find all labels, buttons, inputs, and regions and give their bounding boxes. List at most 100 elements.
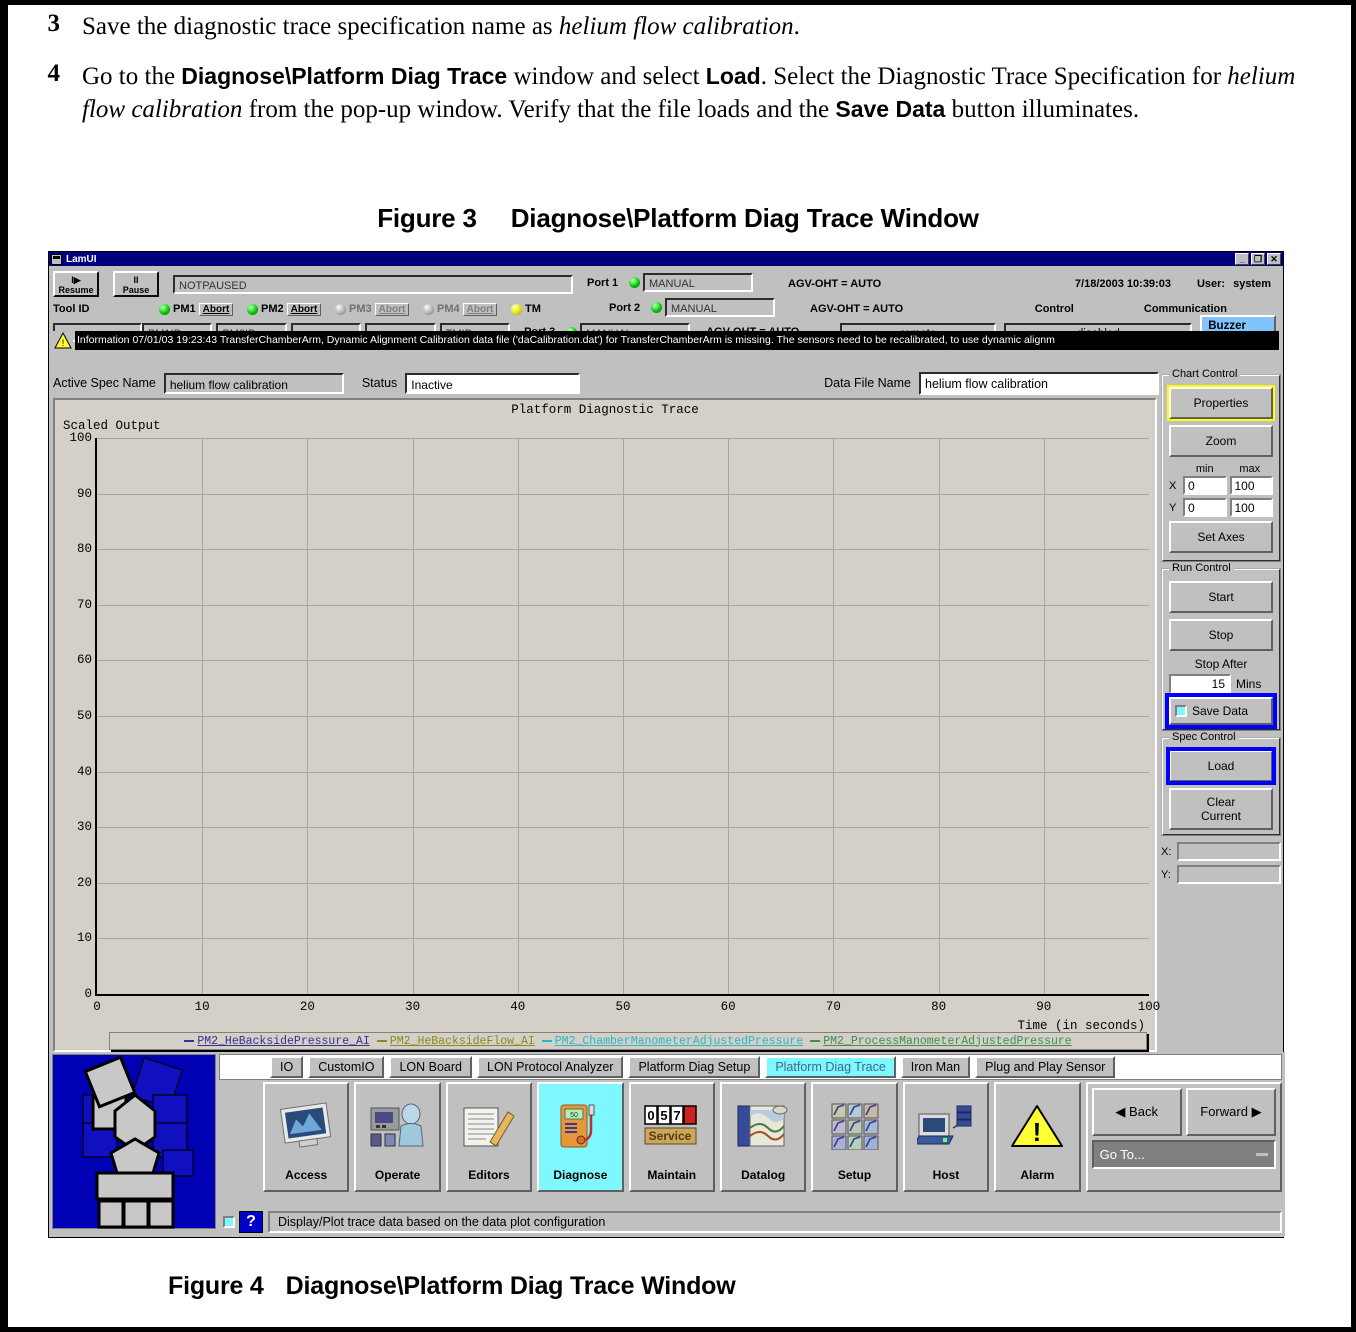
chart-y-tick: 30 — [76, 820, 92, 835]
x-min-input[interactable]: 0 — [1183, 476, 1227, 495]
step-3-italic: helium flow calibration — [558, 13, 794, 40]
data-file-field[interactable]: helium flow calibration — [919, 371, 1159, 395]
legend-dash-icon — [541, 1040, 552, 1042]
load-button[interactable]: Load — [1166, 747, 1276, 785]
clear-current-button[interactable]: Clear Current — [1169, 788, 1273, 830]
chart-title: Platform Diagnostic Trace — [511, 403, 699, 417]
cursor-x-value — [1177, 842, 1281, 861]
step-4-b3: Save Data — [835, 96, 946, 122]
restore-button[interactable]: ❐ — [1251, 253, 1265, 265]
nav-button-editors[interactable]: Editors — [445, 1082, 533, 1192]
goto-label: Go To... — [1099, 1147, 1145, 1162]
help-icon[interactable]: ? — [239, 1211, 263, 1233]
pm1-abort-button[interactable]: Abort — [198, 302, 234, 316]
nav-button-access[interactable]: Access — [263, 1082, 350, 1192]
resume-button[interactable]: I▶ Resume — [53, 271, 99, 297]
chart-gridline-vertical — [517, 438, 519, 994]
chart-gridline-vertical — [412, 438, 414, 994]
close-button[interactable]: ✕ — [1267, 253, 1281, 265]
legend-item: PM2_HeBacksidePressure_AI — [184, 1035, 370, 1048]
tab-plug-and-play-sensor[interactable]: Plug and Play Sensor — [975, 1056, 1116, 1078]
pause-button[interactable]: II Pause — [113, 271, 159, 297]
chart-x-tick: 0 — [93, 1000, 101, 1014]
pm2-abort-button[interactable]: Abort — [286, 302, 322, 316]
platform-schematic-svg — [82, 1055, 194, 1229]
cursor-x-label: X: — [1161, 845, 1172, 858]
forward-button[interactable]: Forward ▶ — [1185, 1088, 1277, 1136]
y-min-input[interactable]: 0 — [1183, 498, 1227, 517]
user-label: User: — [1196, 278, 1226, 290]
active-spec-field[interactable]: helium flow calibration — [163, 372, 344, 394]
tm-led-icon — [511, 303, 522, 315]
run-control-group: Run Control Start Stop Stop After 15 Min… — [1161, 562, 1281, 731]
stop-button[interactable]: Stop — [1169, 619, 1273, 651]
minimize-button[interactable]: _ — [1235, 253, 1249, 265]
legend-label: PM2_HeBacksidePressure_AI — [197, 1034, 370, 1048]
chart-x-tick: 50 — [615, 1000, 631, 1014]
step-3-text-b: . — [793, 13, 800, 40]
tab-iron-man[interactable]: Iron Man — [900, 1056, 971, 1078]
chart-gridline-vertical — [307, 438, 309, 994]
data-file-label: Data File Name — [824, 376, 911, 390]
tab-lon-protocol-analyzer[interactable]: LON Protocol Analyzer — [477, 1056, 624, 1078]
spec-name-row: Active Spec Name helium flow calibration… — [53, 370, 1159, 396]
tab-io[interactable]: IO — [270, 1056, 304, 1078]
datetime-label: 7/18/2003 10:39:03 — [1074, 278, 1171, 290]
chart-legend: PM2_HeBacksidePressure_AI PM2_HeBacksideF… — [109, 1032, 1147, 1050]
pm4-abort-button: Abort — [462, 302, 498, 316]
step-4-body: Go to the Diagnose\Platform Diag Trace w… — [82, 60, 1312, 126]
port-1-agv: AGV-OHT = AUTO — [788, 278, 882, 290]
nav-button-host[interactable]: Host — [902, 1082, 990, 1192]
chart-plot-area[interactable]: 0 10 20 30 40 50 60 70 80 90 100 0 10 20 30 40 50 60 70 80 9… — [69, 431, 1160, 1014]
nav-button-label: Operate — [374, 1168, 421, 1182]
goto-dropdown[interactable]: Go To... — [1091, 1140, 1276, 1169]
nav-button-label: Host — [932, 1168, 960, 1182]
chart-book-icon — [722, 1084, 804, 1168]
back-button[interactable]: ◀ Back — [1091, 1088, 1182, 1136]
nav-button-operate[interactable]: Operate — [354, 1082, 441, 1192]
step-3-body: Save the diagnostic trace specification … — [82, 10, 1312, 43]
chart-y-tick: 70 — [76, 597, 92, 612]
x-max-input[interactable]: 100 — [1229, 476, 1273, 495]
save-data-checkbox[interactable] — [1175, 705, 1187, 717]
legend-dash-icon — [376, 1040, 387, 1042]
chart-x-tick: 70 — [825, 1000, 841, 1014]
zoom-button[interactable]: Zoom — [1169, 425, 1273, 457]
set-axes-button[interactable]: Set Axes — [1169, 521, 1273, 553]
tab-lon-board[interactable]: LON Board — [389, 1056, 472, 1078]
module-pm1: PM1 Abort — [159, 301, 243, 317]
nav-button-maintain[interactable]: 0 5 7 Service Maintain — [628, 1082, 715, 1192]
tab-customio[interactable]: CustomIO — [308, 1056, 385, 1078]
resume-glyph: I▶ — [71, 275, 81, 285]
nav-button-datalog[interactable]: Datalog — [719, 1082, 807, 1192]
port-1-row: Port 1 MANUAL — [587, 273, 772, 292]
legend-dash-icon — [810, 1040, 821, 1042]
app-icon — [51, 253, 62, 265]
tab-platform-diag-trace[interactable]: Platform Diag Trace — [765, 1056, 896, 1078]
save-data-checkbox-row[interactable]: Save Data — [1165, 693, 1277, 729]
step-3-text-a: Save the diagnostic trace specification … — [82, 13, 559, 40]
nav-button-alarm[interactable]: ! Alarm — [994, 1082, 1081, 1192]
pm2-label: PM2 — [261, 303, 284, 315]
start-button[interactable]: Start — [1169, 581, 1273, 613]
pm3-led-icon — [335, 303, 346, 315]
window-titlebar[interactable]: LamUI _ ❐ ✕ — [49, 252, 1283, 266]
chart-x-tick: 40 — [510, 1000, 526, 1014]
y-max-input[interactable]: 100 — [1229, 498, 1273, 517]
y-axis-range-row: Y 0 100 — [1169, 498, 1273, 517]
nav-button-label: Access — [285, 1168, 328, 1182]
stop-after-input[interactable]: 15 — [1169, 674, 1231, 694]
step-4-t3: . Select the Diagnostic Trace Specificat… — [760, 63, 1228, 90]
tab-platform-diag-setup[interactable]: Platform Diag Setup — [628, 1056, 761, 1078]
step-4-t4: from the pop-up window. Verify that the … — [242, 96, 836, 123]
chart-y-tick: 90 — [76, 486, 92, 501]
nav-button-setup[interactable]: Setup — [811, 1082, 898, 1192]
min-header: min — [1195, 463, 1214, 475]
step-4-t1: Go to the — [82, 63, 182, 90]
communication-label: Communication — [1143, 303, 1227, 315]
nav-button-diagnose[interactable]: 50 Diagnose — [537, 1082, 624, 1192]
figure-4-caption: Figure 4 Diagnose\Platform Diag Trace Win… — [0, 1272, 1356, 1301]
cursor-y-value — [1177, 865, 1281, 884]
properties-button[interactable]: Properties — [1167, 385, 1275, 421]
status-checkbox[interactable] — [223, 1216, 235, 1228]
